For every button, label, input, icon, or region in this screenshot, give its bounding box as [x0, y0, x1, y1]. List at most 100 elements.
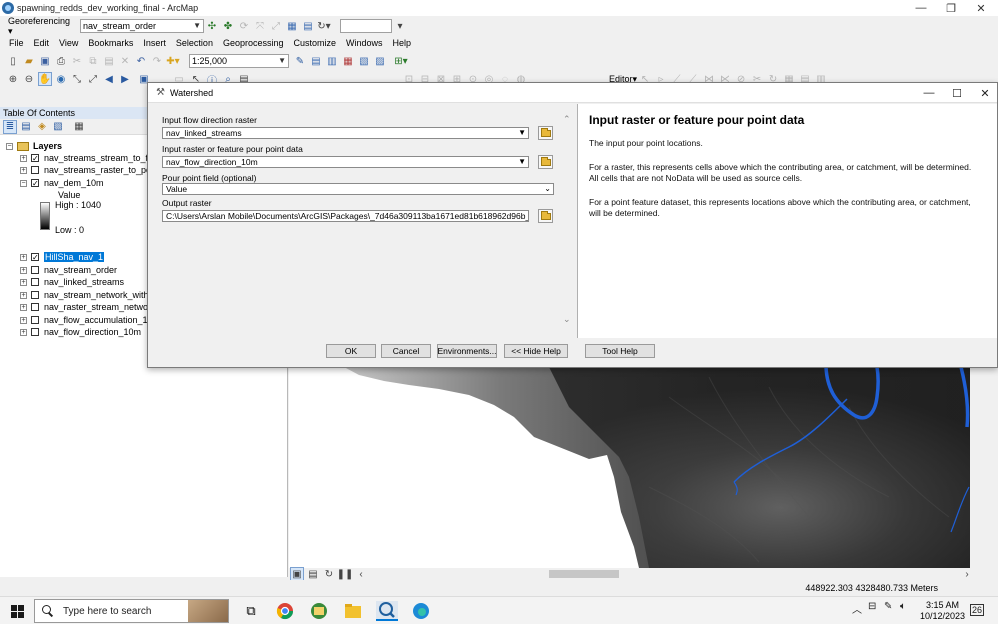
dialog-maximize-button[interactable]: ☐	[946, 85, 968, 101]
georeference-toggle-icon[interactable]: ⊞▾	[394, 54, 408, 68]
model-builder-icon[interactable]: ▨	[373, 54, 387, 68]
menu-selection[interactable]: Selection	[171, 38, 218, 48]
redo-icon[interactable]: ↷	[150, 54, 164, 68]
layer-visibility-checkbox[interactable]	[31, 291, 39, 299]
toolbar-options-icon[interactable]: ▾	[393, 19, 407, 33]
georef-layer-select[interactable]: nav_stream_order ▼	[80, 19, 204, 33]
expand-icon[interactable]: +	[20, 166, 27, 174]
list-by-selection-icon[interactable]: ▧	[51, 120, 65, 134]
toc-layer-row[interactable]: + nav_linked_streams	[20, 276, 124, 288]
expand-icon[interactable]: +	[20, 291, 27, 299]
toc-layer-row[interactable]: + nav_streams_raster_to_polyli	[20, 164, 162, 176]
full-extent-icon[interactable]: ◉	[54, 72, 68, 86]
add-control-points-icon[interactable]: ✣	[205, 19, 219, 33]
ok-button[interactable]: OK	[326, 344, 376, 358]
browse-folder-button[interactable]	[538, 209, 553, 223]
georeferencing-menu[interactable]: Georeferencing ▾	[6, 16, 76, 36]
menu-help[interactable]: Help	[388, 38, 417, 48]
menu-view[interactable]: View	[54, 38, 83, 48]
delete-icon[interactable]: ✕	[118, 54, 132, 68]
layer-visibility-checkbox[interactable]	[31, 253, 39, 261]
flow-direction-raster-select[interactable]: nav_linked_streams ▼	[162, 127, 529, 139]
parameters-scrollbar[interactable]: ⌃ ⌄	[561, 104, 575, 328]
scroll-up-icon[interactable]: ⌃	[563, 114, 571, 125]
map-vertical-scrollbar[interactable]	[970, 367, 998, 568]
toc-layer-row[interactable]: + HillSha_nav_1	[20, 251, 105, 263]
table-of-contents-icon[interactable]: ▤	[309, 54, 323, 68]
list-by-drawing-order-icon[interactable]: ≣	[3, 119, 17, 134]
copy-icon[interactable]: ⧉	[86, 54, 100, 68]
toc-layer-row[interactable]: + nav_stream_network_with_v	[20, 289, 158, 301]
new-icon[interactable]: ▯	[6, 54, 20, 68]
python-window-icon[interactable]: ▧	[357, 54, 371, 68]
fixed-zoom-in-icon[interactable]: ⤡	[70, 72, 84, 86]
minimize-button[interactable]: —	[906, 0, 936, 16]
dialog-minimize-button[interactable]: —	[918, 85, 940, 101]
rotate-icon[interactable]: ⟳	[237, 19, 251, 33]
expand-icon[interactable]: +	[20, 266, 27, 274]
dialog-title-bar[interactable]: ⚒ Watershed	[148, 83, 997, 103]
chrome-icon[interactable]	[274, 601, 296, 621]
editor-toolbar-icon[interactable]: ✎	[293, 54, 307, 68]
task-view-icon[interactable]: ⧉	[240, 601, 262, 621]
link-table-icon[interactable]: ▤	[301, 19, 315, 33]
pour-point-field-select[interactable]: Value ⌄	[162, 183, 554, 195]
scroll-down-icon[interactable]: ⌄	[563, 314, 571, 325]
rotate-dropdown-icon[interactable]: ↻▾	[317, 19, 331, 33]
close-button[interactable]: ✕	[966, 0, 996, 16]
cut-icon[interactable]: ✂	[70, 54, 84, 68]
restore-button[interactable]: ❐	[936, 0, 966, 16]
browse-folder-button[interactable]	[538, 155, 553, 169]
notification-count[interactable]: 26	[970, 604, 985, 616]
scale-icon[interactable]: ⤢	[269, 19, 283, 33]
undo-icon[interactable]: ↶	[134, 54, 148, 68]
arcmap-taskbar-icon[interactable]	[376, 601, 398, 621]
layer-visibility-checkbox[interactable]	[31, 278, 39, 286]
expand-icon[interactable]: +	[20, 278, 27, 286]
volume-icon[interactable]: 🔈︎	[900, 601, 906, 612]
data-view-icon[interactable]: ▣	[290, 567, 304, 581]
toc-layer-row[interactable]: + nav_flow_accumulation_10m	[20, 314, 160, 326]
tool-help-button[interactable]: Tool Help	[585, 344, 655, 358]
layer-visibility-checkbox[interactable]	[31, 179, 39, 187]
taskbar-clock[interactable]: 3:15 AM 10/12/2023	[920, 600, 965, 622]
cancel-button[interactable]: Cancel	[381, 344, 431, 358]
auto-adjust-icon[interactable]: ✤	[221, 19, 235, 33]
dialog-close-button[interactable]: ✕	[974, 85, 996, 101]
output-raster-field[interactable]: C:\Users\Arslan Mobile\Documents\ArcGIS\…	[162, 210, 529, 222]
layer-visibility-checkbox[interactable]	[31, 328, 39, 336]
menu-edit[interactable]: Edit	[29, 38, 55, 48]
refresh-icon[interactable]: ↻	[322, 567, 336, 581]
pour-point-data-select[interactable]: nav_flow_direction_10m ▼	[162, 156, 529, 168]
collapse-icon[interactable]: −	[6, 142, 13, 150]
toc-layer-row[interactable]: − nav_dem_10m	[20, 177, 104, 189]
georef-value-field[interactable]	[340, 19, 392, 33]
layers-root[interactable]: − Layers	[6, 140, 62, 152]
network-icon[interactable]: ⊟	[868, 601, 876, 612]
menu-customize[interactable]: Customize	[289, 38, 342, 48]
toc-layer-row[interactable]: + nav_stream_order	[20, 264, 117, 276]
expand-icon[interactable]: +	[20, 316, 27, 324]
toc-layer-row[interactable]: + nav_raster_stream_network	[20, 301, 156, 313]
collapse-icon[interactable]: −	[20, 179, 27, 187]
add-data-icon[interactable]: ✚▾	[166, 54, 180, 68]
open-icon[interactable]: ▰	[22, 54, 36, 68]
environments-button[interactable]: Environments...	[437, 344, 497, 358]
toc-layer-row[interactable]: + nav_streams_stream_to_feat	[20, 152, 161, 164]
save-icon[interactable]: ▣	[38, 54, 52, 68]
toc-layer-row[interactable]: + nav_flow_direction_10m	[20, 326, 141, 338]
windows-start-icon[interactable]	[6, 601, 28, 621]
taskbar-search-box[interactable]: Type here to search	[34, 599, 229, 623]
scroll-right-icon[interactable]: ›	[960, 567, 974, 581]
expand-icon[interactable]: +	[20, 253, 27, 261]
map-scale-select[interactable]: 1:25,000 ▼	[189, 54, 289, 68]
catalog-icon[interactable]: ▥	[325, 54, 339, 68]
menu-file[interactable]: File	[4, 38, 29, 48]
list-by-source-icon[interactable]: ▤	[19, 120, 33, 134]
forward-extent-icon[interactable]: ▶	[118, 72, 132, 86]
expand-icon[interactable]: +	[20, 303, 27, 311]
horizontal-scroll-thumb[interactable]	[549, 570, 619, 578]
layer-visibility-checkbox[interactable]	[31, 166, 39, 174]
pen-icon[interactable]: ✎	[884, 601, 892, 612]
layer-visibility-checkbox[interactable]	[31, 303, 39, 311]
